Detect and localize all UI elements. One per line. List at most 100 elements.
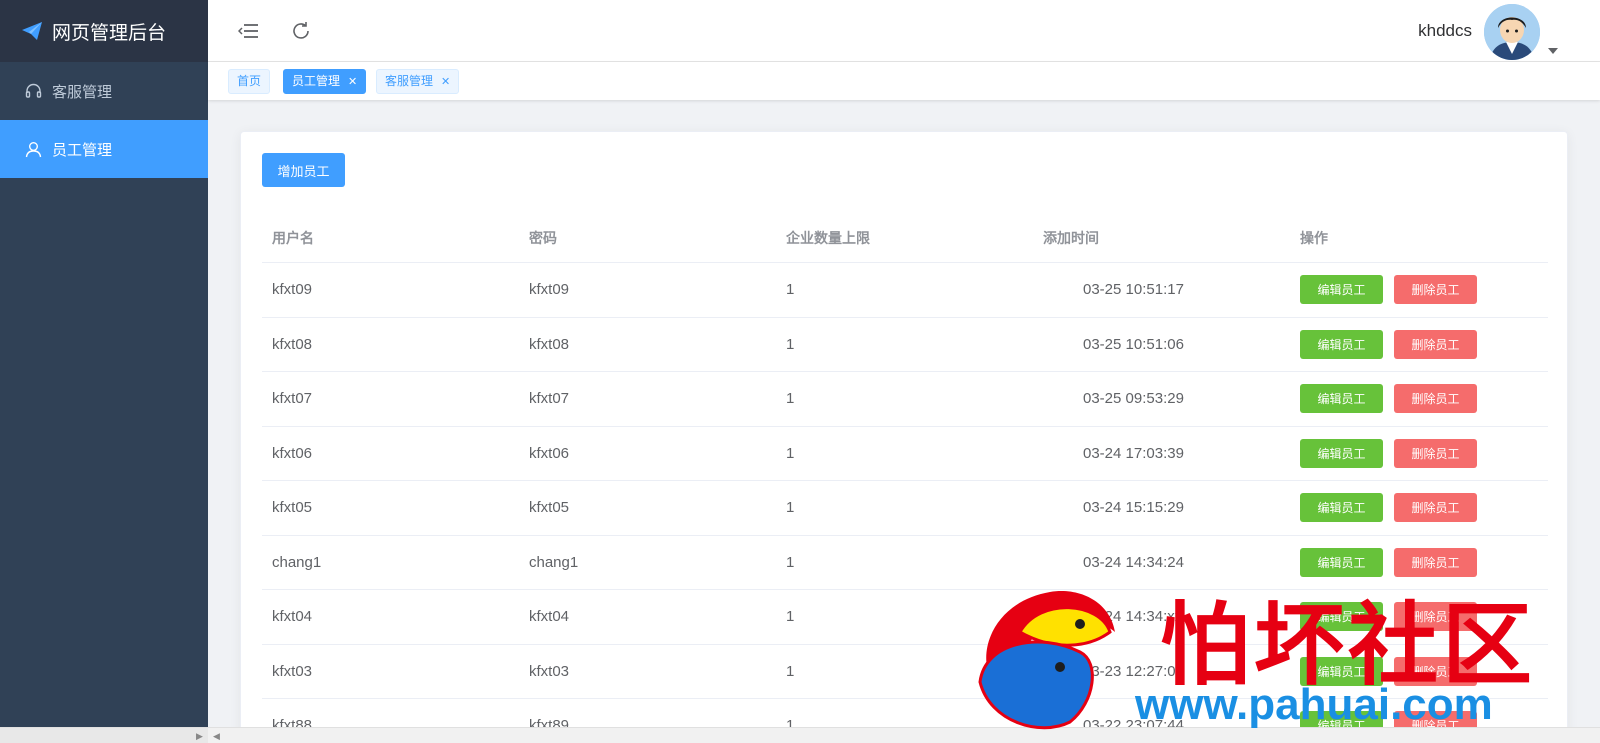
username-label[interactable]: khddcs	[1418, 21, 1472, 41]
cell-actions: 编辑员工 删除员工	[1290, 438, 1548, 468]
horizontal-scrollbar[interactable]: ▶ ◀	[0, 727, 1600, 743]
sidebar-item-label: 客服管理	[52, 83, 113, 101]
sidebar-item-label: 员工管理	[52, 141, 113, 159]
table-row: kfxt06 kfxt06 1 03-24 17:03:39 编辑员工 删除员工	[262, 427, 1548, 481]
cell-username: kfxt05	[272, 499, 313, 517]
cell-actions: 编辑员工 删除员工	[1290, 547, 1548, 577]
cell-time: 03-24 14:34:24	[1083, 553, 1184, 571]
cell-limit: 1	[786, 335, 795, 353]
column-header: 密码	[529, 229, 557, 246]
column-header: 操作	[1300, 229, 1328, 246]
app-logo[interactable]: 网页管理后台	[0, 0, 208, 62]
scrollbar-track-left[interactable]	[0, 728, 208, 743]
cell-actions: 编辑员工 删除员工	[1290, 493, 1548, 523]
cell-username: chang1	[272, 553, 322, 571]
sidebar-item-customer-service[interactable]: 客服管理	[0, 62, 208, 120]
table-row: kfxt04 kfxt04 1 03-24 14:34:xx 编辑员工 删除员工	[262, 590, 1548, 645]
edit-staff-button[interactable]: 编辑员工	[1300, 547, 1383, 577]
delete-staff-button[interactable]: 删除员工	[1394, 275, 1477, 305]
tag-label: 员工管理	[292, 74, 341, 88]
delete-staff-button[interactable]: 删除员工	[1394, 438, 1477, 468]
cell-limit: 1	[786, 390, 795, 408]
add-staff-button[interactable]: 增加员工	[262, 153, 345, 187]
cell-password: kfxt08	[529, 335, 570, 353]
cell-time: 03-25 09:53:29	[1083, 390, 1184, 408]
cell-username: kfxt03	[272, 662, 313, 680]
table-row: kfxt09 kfxt09 1 03-25 10:51:17 编辑员工 删除员工	[262, 263, 1548, 318]
user-icon	[24, 140, 42, 158]
scroll-left-arrow-icon[interactable]: ◀	[213, 731, 220, 742]
delete-staff-button[interactable]: 删除员工	[1394, 329, 1477, 359]
edit-staff-button[interactable]: 编辑员工	[1300, 602, 1383, 632]
cell-username: kfxt08	[272, 335, 313, 353]
table-row: kfxt07 kfxt07 1 03-25 09:53:29 编辑员工 删除员工	[262, 372, 1548, 427]
tag-home[interactable]: 首页	[228, 69, 271, 94]
cell-password: kfxt03	[529, 662, 570, 680]
cell-password: kfxt09	[529, 281, 570, 299]
cell-username: kfxt09	[272, 281, 313, 299]
tag-staff[interactable]: 员工管理 ✕	[283, 69, 367, 94]
chevron-down-icon[interactable]	[1548, 48, 1558, 54]
headset-icon	[24, 82, 42, 100]
table-row: chang1 chang1 1 03-24 14:34:24 编辑员工 删除员工	[262, 536, 1548, 590]
top-header: khddcs	[208, 0, 1600, 62]
table-header: 用户名 密码 企业数量上限 添加时间 操作	[262, 213, 1548, 263]
close-icon[interactable]: ✕	[348, 76, 357, 88]
cell-limit: 1	[786, 444, 795, 462]
cell-actions: 编辑员工 删除员工	[1290, 384, 1548, 414]
cell-username: kfxt07	[272, 390, 313, 408]
cell-password: kfxt04	[529, 608, 570, 626]
edit-staff-button[interactable]: 编辑员工	[1300, 656, 1383, 686]
edit-staff-button[interactable]: 编辑员工	[1300, 493, 1383, 523]
main-card: 增加员工 用户名 密码 企业数量上限 添加时间 操作 kfxt09 kfxt09…	[240, 131, 1568, 743]
close-icon[interactable]: ✕	[441, 76, 450, 88]
delete-staff-button[interactable]: 删除员工	[1394, 547, 1477, 577]
cell-limit: 1	[786, 553, 795, 571]
cell-username: kfxt06	[272, 444, 313, 462]
table-row: kfxt05 kfxt05 1 03-24 15:15:29 编辑员工 删除员工	[262, 481, 1548, 536]
avatar[interactable]	[1484, 4, 1540, 60]
cell-time: 03-24 14:34:xx	[1083, 608, 1183, 626]
cell-actions: 编辑员工 删除员工	[1290, 329, 1548, 359]
column-header: 企业数量上限	[786, 229, 870, 246]
cell-actions: 编辑员工 删除员工	[1290, 656, 1548, 686]
cell-actions: 编辑员工 删除员工	[1290, 275, 1548, 305]
cell-limit: 1	[786, 499, 795, 517]
sidebar: 网页管理后台 客服管理 员工管理	[0, 0, 208, 743]
sidebar-item-staff[interactable]: 员工管理	[0, 120, 208, 178]
edit-staff-button[interactable]: 编辑员工	[1300, 384, 1383, 414]
cell-time: 03-25 10:51:06	[1083, 335, 1184, 353]
edit-staff-button[interactable]: 编辑员工	[1300, 438, 1383, 468]
app-title: 网页管理后台	[52, 22, 167, 44]
cell-time: 03-24 15:15:29	[1083, 499, 1184, 517]
cell-actions: 编辑员工 删除员工	[1290, 602, 1548, 632]
delete-staff-button[interactable]: 删除员工	[1394, 493, 1477, 523]
column-header: 添加时间	[1043, 229, 1099, 246]
delete-staff-button[interactable]: 删除员工	[1394, 602, 1477, 632]
cell-password: kfxt06	[529, 444, 570, 462]
tags-view: 首页 员工管理 ✕ 客服管理 ✕	[208, 62, 1600, 100]
cell-limit: 1	[786, 608, 795, 626]
column-header: 用户名	[272, 229, 314, 246]
cell-time: 03-24 17:03:39	[1083, 444, 1184, 462]
delete-staff-button[interactable]: 删除员工	[1394, 656, 1477, 686]
tag-label: 首页	[237, 74, 262, 88]
cell-time: 03-25 10:51:17	[1083, 281, 1184, 299]
tag-customer-service[interactable]: 客服管理 ✕	[376, 69, 460, 94]
edit-staff-button[interactable]: 编辑员工	[1300, 329, 1383, 359]
cell-limit: 1	[786, 662, 795, 680]
cell-time: 03-23 12:27:0x	[1083, 662, 1184, 680]
scroll-right-arrow-icon[interactable]: ▶	[196, 731, 203, 742]
cell-password: kfxt07	[529, 390, 570, 408]
table-row: kfxt08 kfxt08 1 03-25 10:51:06 编辑员工 删除员工	[262, 318, 1548, 372]
table-row: kfxt03 kfxt03 1 03-23 12:27:0x 编辑员工 删除员工	[262, 645, 1548, 699]
cell-username: kfxt04	[272, 608, 313, 626]
staff-table: 用户名 密码 企业数量上限 添加时间 操作 kfxt09 kfxt09 1 03…	[262, 213, 1548, 743]
cell-password: chang1	[529, 553, 579, 571]
paper-plane-icon	[22, 22, 42, 40]
delete-staff-button[interactable]: 删除员工	[1394, 384, 1477, 414]
edit-staff-button[interactable]: 编辑员工	[1300, 275, 1383, 305]
hamburger-icon[interactable]	[238, 21, 260, 41]
cell-limit: 1	[786, 281, 795, 299]
refresh-icon[interactable]	[290, 20, 312, 42]
